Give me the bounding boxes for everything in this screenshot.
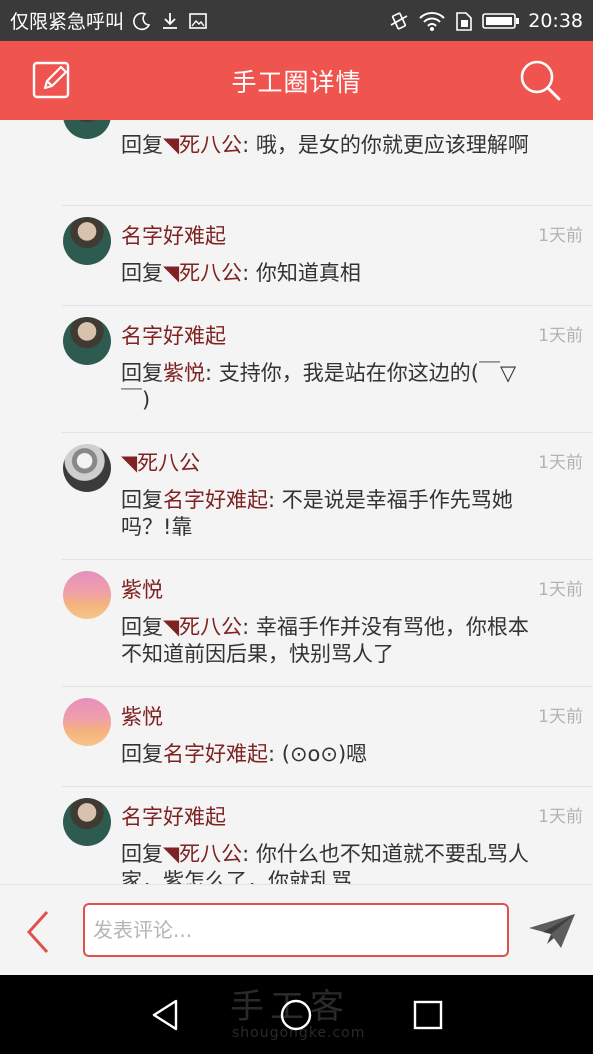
comment-content: 回复紫悦: 支持你，我是站在你这边的(￣▽￣) [121, 361, 517, 412]
avatar[interactable] [63, 698, 111, 746]
comment-time: 1天前 [538, 226, 583, 246]
comment-content: 回复名字好难起: 不是说是幸福手作先骂她吗？!靠 [121, 488, 513, 539]
download-icon [163, 12, 178, 29]
edit-icon [32, 61, 70, 99]
avatar[interactable] [63, 317, 111, 365]
chevron-left-icon [26, 910, 49, 954]
back-button[interactable] [20, 907, 56, 957]
comment-input[interactable] [83, 903, 509, 957]
page-title: 手工圈详情 [231, 67, 362, 97]
avatar[interactable] [63, 120, 111, 139]
sim-icon [456, 11, 473, 31]
nav-back-icon[interactable] [148, 997, 184, 1033]
image-icon [189, 12, 207, 29]
avatar[interactable] [63, 444, 111, 492]
avatar[interactable] [63, 571, 111, 619]
comment-bar [0, 884, 593, 975]
wifi-icon [419, 11, 445, 31]
comment-item: 紫悦 1天前 回复◥死八公: 幸福手作并没有骂他，你根本不知道前因后果，快别骂人… [0, 560, 593, 686]
comment-item: 紫悦 1天前 回复名字好难起: (⊙o⊙)嗯 [0, 687, 593, 786]
comment-content: 回复◥死八公: 你知道真相 [121, 261, 361, 285]
comment-item: 名字好难起 1天前 回复紫悦: 支持你，我是站在你这边的(￣▽￣) [0, 306, 593, 432]
battery-icon [482, 12, 520, 29]
comment-item: 回复◥死八公: 哦，是女的你就更应该理解啊 [0, 120, 593, 206]
nav-recents-icon[interactable] [410, 997, 446, 1033]
reply-to-name[interactable]: 紫悦 [163, 361, 205, 385]
comment-time: 1天前 [538, 807, 583, 827]
comment-content: 回复名字好难起: (⊙o⊙)嗯 [121, 742, 368, 766]
comment-item: 名字好难起 1天前 回复◥死八公: 你什么也不知道就不要乱骂人家，紫怎么了，你就… [0, 787, 593, 884]
comment-list[interactable]: 回复◥死八公: 哦，是女的你就更应该理解啊 名字好难起 1天前 回复◥死八公: … [0, 120, 593, 884]
system-nav-bar: 手工客 shougongke.com [0, 975, 593, 1054]
nav-home-icon[interactable] [278, 997, 314, 1033]
comment-time: 1天前 [538, 453, 583, 473]
paper-plane-icon [529, 914, 575, 948]
clock: 20:38 [528, 9, 583, 32]
reply-to-name[interactable]: ◥死八公 [163, 261, 242, 285]
reply-to-name[interactable]: ◥死八公 [163, 615, 242, 639]
comment-content: 回复◥死八公: 幸福手作并没有骂他，你根本不知道前因后果，快别骂人了 [121, 615, 529, 666]
vibrate-icon [390, 11, 408, 30]
comment-content: 回复◥死八公: 哦，是女的你就更应该理解啊 [121, 133, 529, 157]
comment-author[interactable]: 名字好难起 [121, 320, 226, 350]
comment-author[interactable]: ◥死八公 [121, 447, 200, 477]
status-bar: 仅限紧急呼叫 20:38 [0, 0, 593, 41]
search-icon [520, 60, 561, 101]
comment-author[interactable]: 名字好难起 [121, 801, 226, 831]
comment-item: 名字好难起 1天前 回复◥死八公: 你知道真相 [0, 206, 593, 305]
comment-author[interactable]: 紫悦 [121, 701, 163, 731]
reply-to-name[interactable]: 名字好难起 [163, 488, 268, 512]
comment-content: 回复◥死八公: 你什么也不知道就不要乱骂人家，紫怎么了，你就乱骂 [121, 842, 529, 884]
comment-item: ◥死八公 1天前 回复名字好难起: 不是说是幸福手作先骂她吗？!靠 [0, 433, 593, 559]
search-button[interactable] [517, 57, 563, 103]
avatar[interactable] [63, 217, 111, 265]
comment-author[interactable]: 紫悦 [121, 574, 163, 604]
reply-to-name[interactable]: 名字好难起 [163, 742, 268, 766]
avatar[interactable] [63, 798, 111, 846]
moon-icon [133, 12, 151, 30]
comment-time: 1天前 [538, 580, 583, 600]
send-button[interactable] [527, 911, 577, 951]
comment-time: 1天前 [538, 707, 583, 727]
comment-time: 1天前 [538, 326, 583, 346]
reply-to-name[interactable]: ◥死八公 [163, 842, 242, 866]
app-header: 手工圈详情 [0, 41, 593, 120]
carrier-text: 仅限紧急呼叫 [10, 11, 125, 33]
comment-author[interactable]: 名字好难起 [121, 220, 226, 250]
reply-to-name[interactable]: ◥死八公 [163, 133, 242, 157]
edit-button[interactable] [30, 57, 76, 103]
